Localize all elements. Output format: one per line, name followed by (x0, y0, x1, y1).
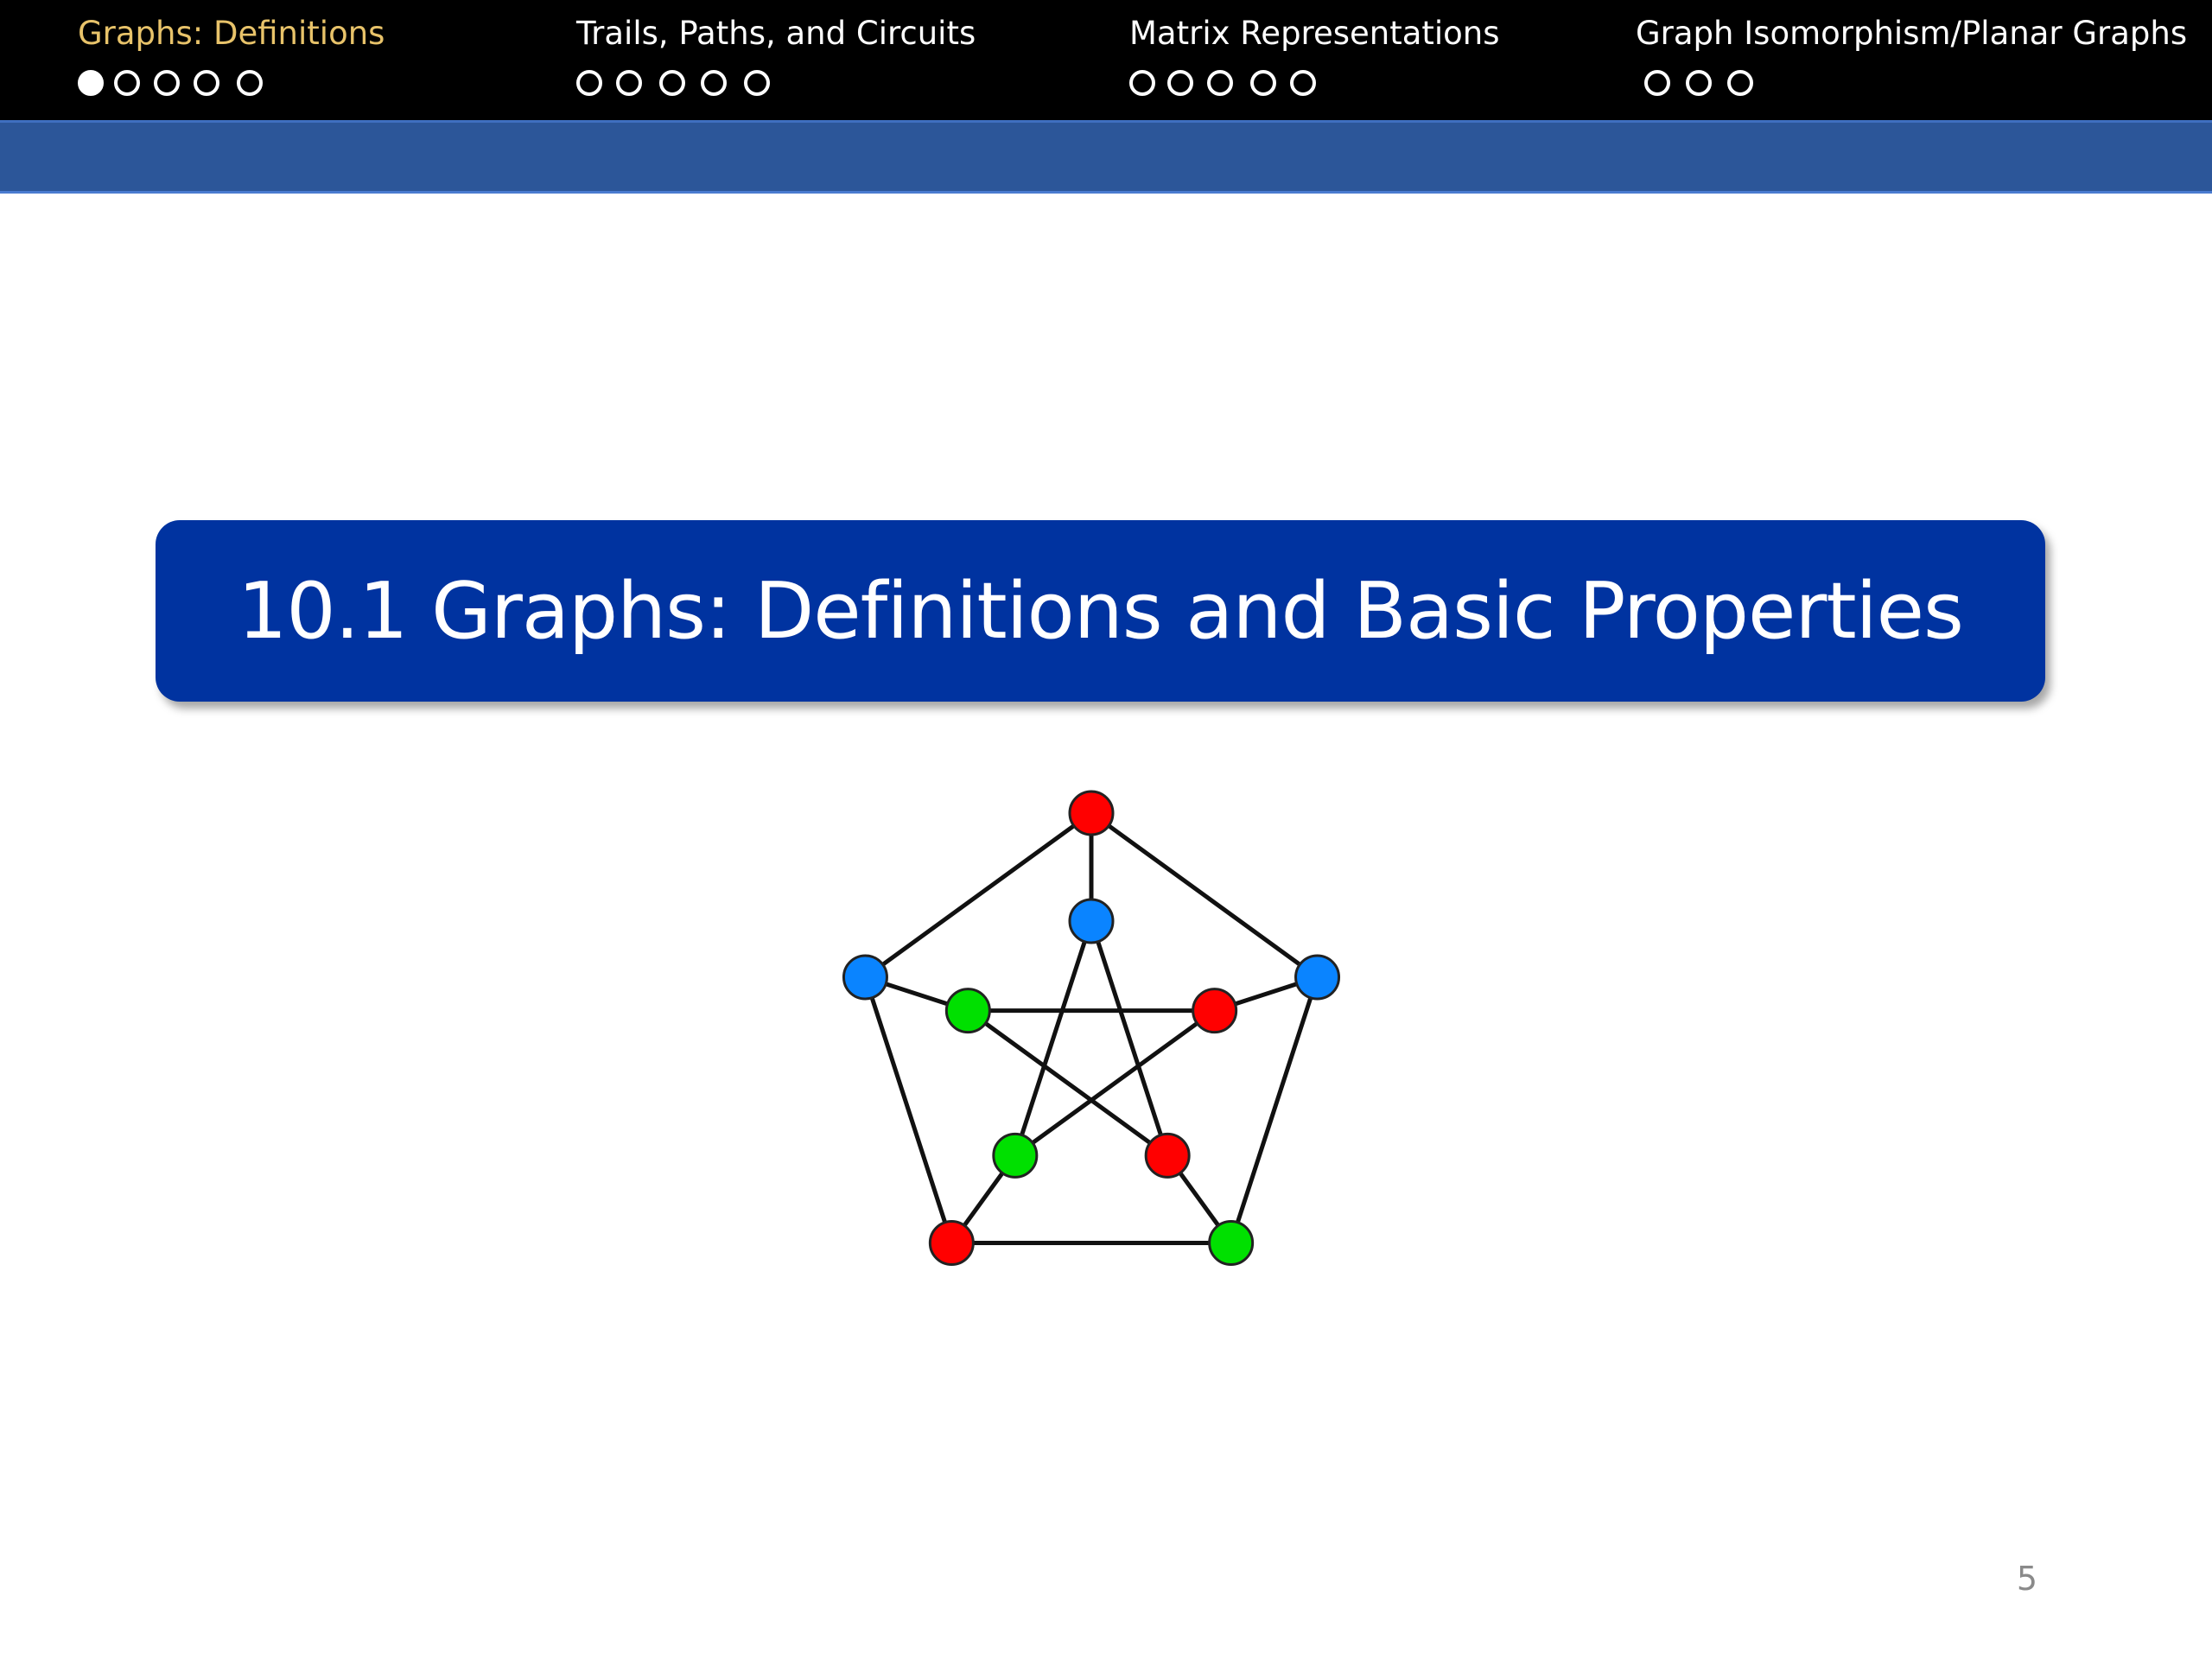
header-sub-bar (0, 120, 2212, 194)
nav-section-graph-isomorphism-planar[interactable]: Graph Isomorphism/Planar Graphs (1636, 12, 2187, 107)
nav-section-matrix-representations[interactable]: Matrix Representations (1129, 12, 1500, 107)
page-number: 5 (2016, 1560, 2037, 1598)
graph-vertex-inner (944, 988, 991, 1034)
graph-vertex-inner (992, 1132, 1039, 1179)
graph-edge (965, 1008, 1170, 1158)
nav-dot[interactable] (744, 70, 770, 96)
nav-dot[interactable] (1727, 70, 1753, 96)
nav-dot[interactable] (1290, 70, 1316, 96)
graph-vertex-inner (1192, 988, 1238, 1034)
nav-dot[interactable] (194, 70, 219, 96)
petersen-graph-diagram (842, 790, 1341, 1266)
nav-section-graphs-definitions[interactable]: Graphs: Definitions (78, 12, 385, 107)
graph-vertex-outer (842, 954, 888, 1001)
graph-edge (1089, 810, 1320, 980)
nav-dot[interactable] (114, 70, 140, 96)
graph-edge (862, 810, 1094, 980)
graph-vertex-inner (1068, 898, 1115, 944)
nav-section-trails-paths-circuits[interactable]: Trails, Paths, and Circuits (576, 12, 976, 107)
graph-vertex-outer (1068, 790, 1115, 836)
graph-edge (1013, 918, 1094, 1158)
graph-vertex-outer (1294, 954, 1341, 1001)
graph-edges (862, 810, 1320, 1245)
graph-edge (862, 975, 954, 1245)
section-title-box: 10.1 Graphs: Definitions and Basic Prope… (156, 520, 2045, 702)
nav-dot[interactable] (616, 70, 642, 96)
nav-dot[interactable] (1129, 70, 1155, 96)
nav-dot[interactable] (659, 70, 685, 96)
nav-dot[interactable] (576, 70, 602, 96)
graph-edge (1089, 918, 1170, 1158)
nav-dot[interactable] (1250, 70, 1276, 96)
graph-vertex-outer (928, 1219, 975, 1266)
nav-dot[interactable] (154, 70, 180, 96)
nav-section-label[interactable]: Graphs: Definitions (78, 12, 385, 55)
slide: Graphs: Definitions Trails, Paths, and C… (0, 0, 2212, 1659)
nav-dot[interactable] (1167, 70, 1193, 96)
nav-dot[interactable] (701, 70, 727, 96)
nav-dot[interactable] (237, 70, 263, 96)
nav-dot[interactable] (1644, 70, 1670, 96)
nav-section-label[interactable]: Graph Isomorphism/Planar Graphs (1636, 12, 2187, 55)
section-title: 10.1 Graphs: Definitions and Basic Prope… (238, 565, 1964, 657)
section-navigation-bar: Graphs: Definitions Trails, Paths, and C… (0, 0, 2212, 120)
nav-section-label[interactable]: Matrix Representations (1129, 12, 1500, 55)
nav-dot[interactable] (1207, 70, 1233, 96)
graph-edge (1013, 1008, 1217, 1158)
graph-vertex-inner (1144, 1132, 1191, 1179)
nav-dot-current[interactable] (78, 70, 104, 96)
nav-dot[interactable] (1686, 70, 1712, 96)
graph-edge (1229, 975, 1320, 1245)
graph-vertex-outer (1208, 1219, 1255, 1266)
nav-section-label[interactable]: Trails, Paths, and Circuits (576, 12, 976, 55)
